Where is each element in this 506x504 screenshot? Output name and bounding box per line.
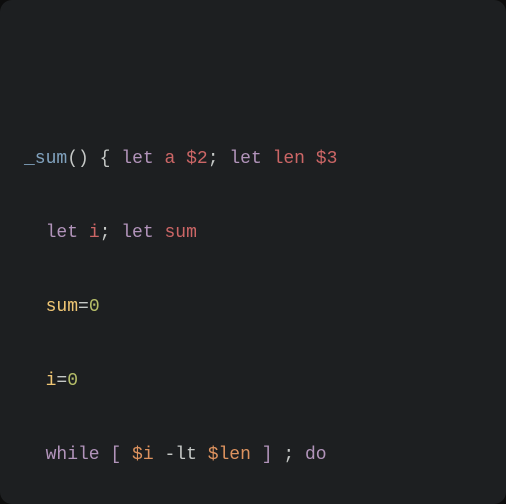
- tok-arg: $2: [186, 149, 208, 169]
- tok-space: [121, 445, 132, 465]
- tok-brace: {: [100, 149, 111, 169]
- tok-space: [305, 149, 316, 169]
- tok-fn: _sum: [24, 149, 67, 169]
- code-line: sum=0: [24, 289, 482, 326]
- tok-let: let: [46, 223, 78, 243]
- tok-semi: ;: [100, 223, 111, 243]
- code-block: _sum() { let a $2; let len $3 let i; let…: [24, 104, 482, 504]
- tok-space: [262, 149, 273, 169]
- tok-var: $len: [208, 445, 251, 465]
- tok-ident: a: [164, 149, 175, 169]
- tok-while: while: [46, 445, 100, 465]
- code-line: while [ $i -lt $len ] ; do: [24, 437, 482, 474]
- tok-op: -lt: [164, 445, 196, 465]
- code-line: _sum() { let a $2; let len $3: [24, 141, 482, 178]
- code-line: let i; let sum: [24, 215, 482, 252]
- tok-paren: (): [67, 149, 89, 169]
- tok-space: [294, 445, 305, 465]
- tok-ident: len: [273, 149, 305, 169]
- tok-do: do: [305, 445, 327, 465]
- tok-semi: ;: [283, 445, 294, 465]
- tok-space: [78, 223, 89, 243]
- tok-let: let: [121, 149, 153, 169]
- tok-number: 0: [89, 297, 100, 317]
- tok-eq: =: [78, 297, 89, 317]
- tok-let: let: [229, 149, 261, 169]
- tok-number: 0: [67, 371, 78, 391]
- tok-bracket: ]: [262, 445, 273, 465]
- tok-space: [110, 149, 121, 169]
- tok-space: [219, 149, 230, 169]
- tok-space: [154, 149, 165, 169]
- tok-semi: ;: [208, 149, 219, 169]
- tok-space: [197, 445, 208, 465]
- tok-space: [89, 149, 100, 169]
- tok-arg: $3: [316, 149, 338, 169]
- tok-space: [251, 445, 262, 465]
- code-editor: _sum() { let a $2; let len $3 let i; let…: [0, 0, 506, 504]
- tok-var: $i: [132, 445, 154, 465]
- code-line: i=0: [24, 363, 482, 400]
- tok-bracket: [: [110, 445, 121, 465]
- tok-let: let: [121, 223, 153, 243]
- tok-space: [100, 445, 111, 465]
- tok-space: [273, 445, 284, 465]
- tok-ident: i: [89, 223, 100, 243]
- tok-ident: i: [46, 371, 57, 391]
- tok-space: [175, 149, 186, 169]
- tok-ident: sum: [46, 297, 78, 317]
- tok-space: [110, 223, 121, 243]
- tok-space: [154, 223, 165, 243]
- tok-eq: =: [56, 371, 67, 391]
- tok-space: [154, 445, 165, 465]
- tok-ident: sum: [164, 223, 196, 243]
